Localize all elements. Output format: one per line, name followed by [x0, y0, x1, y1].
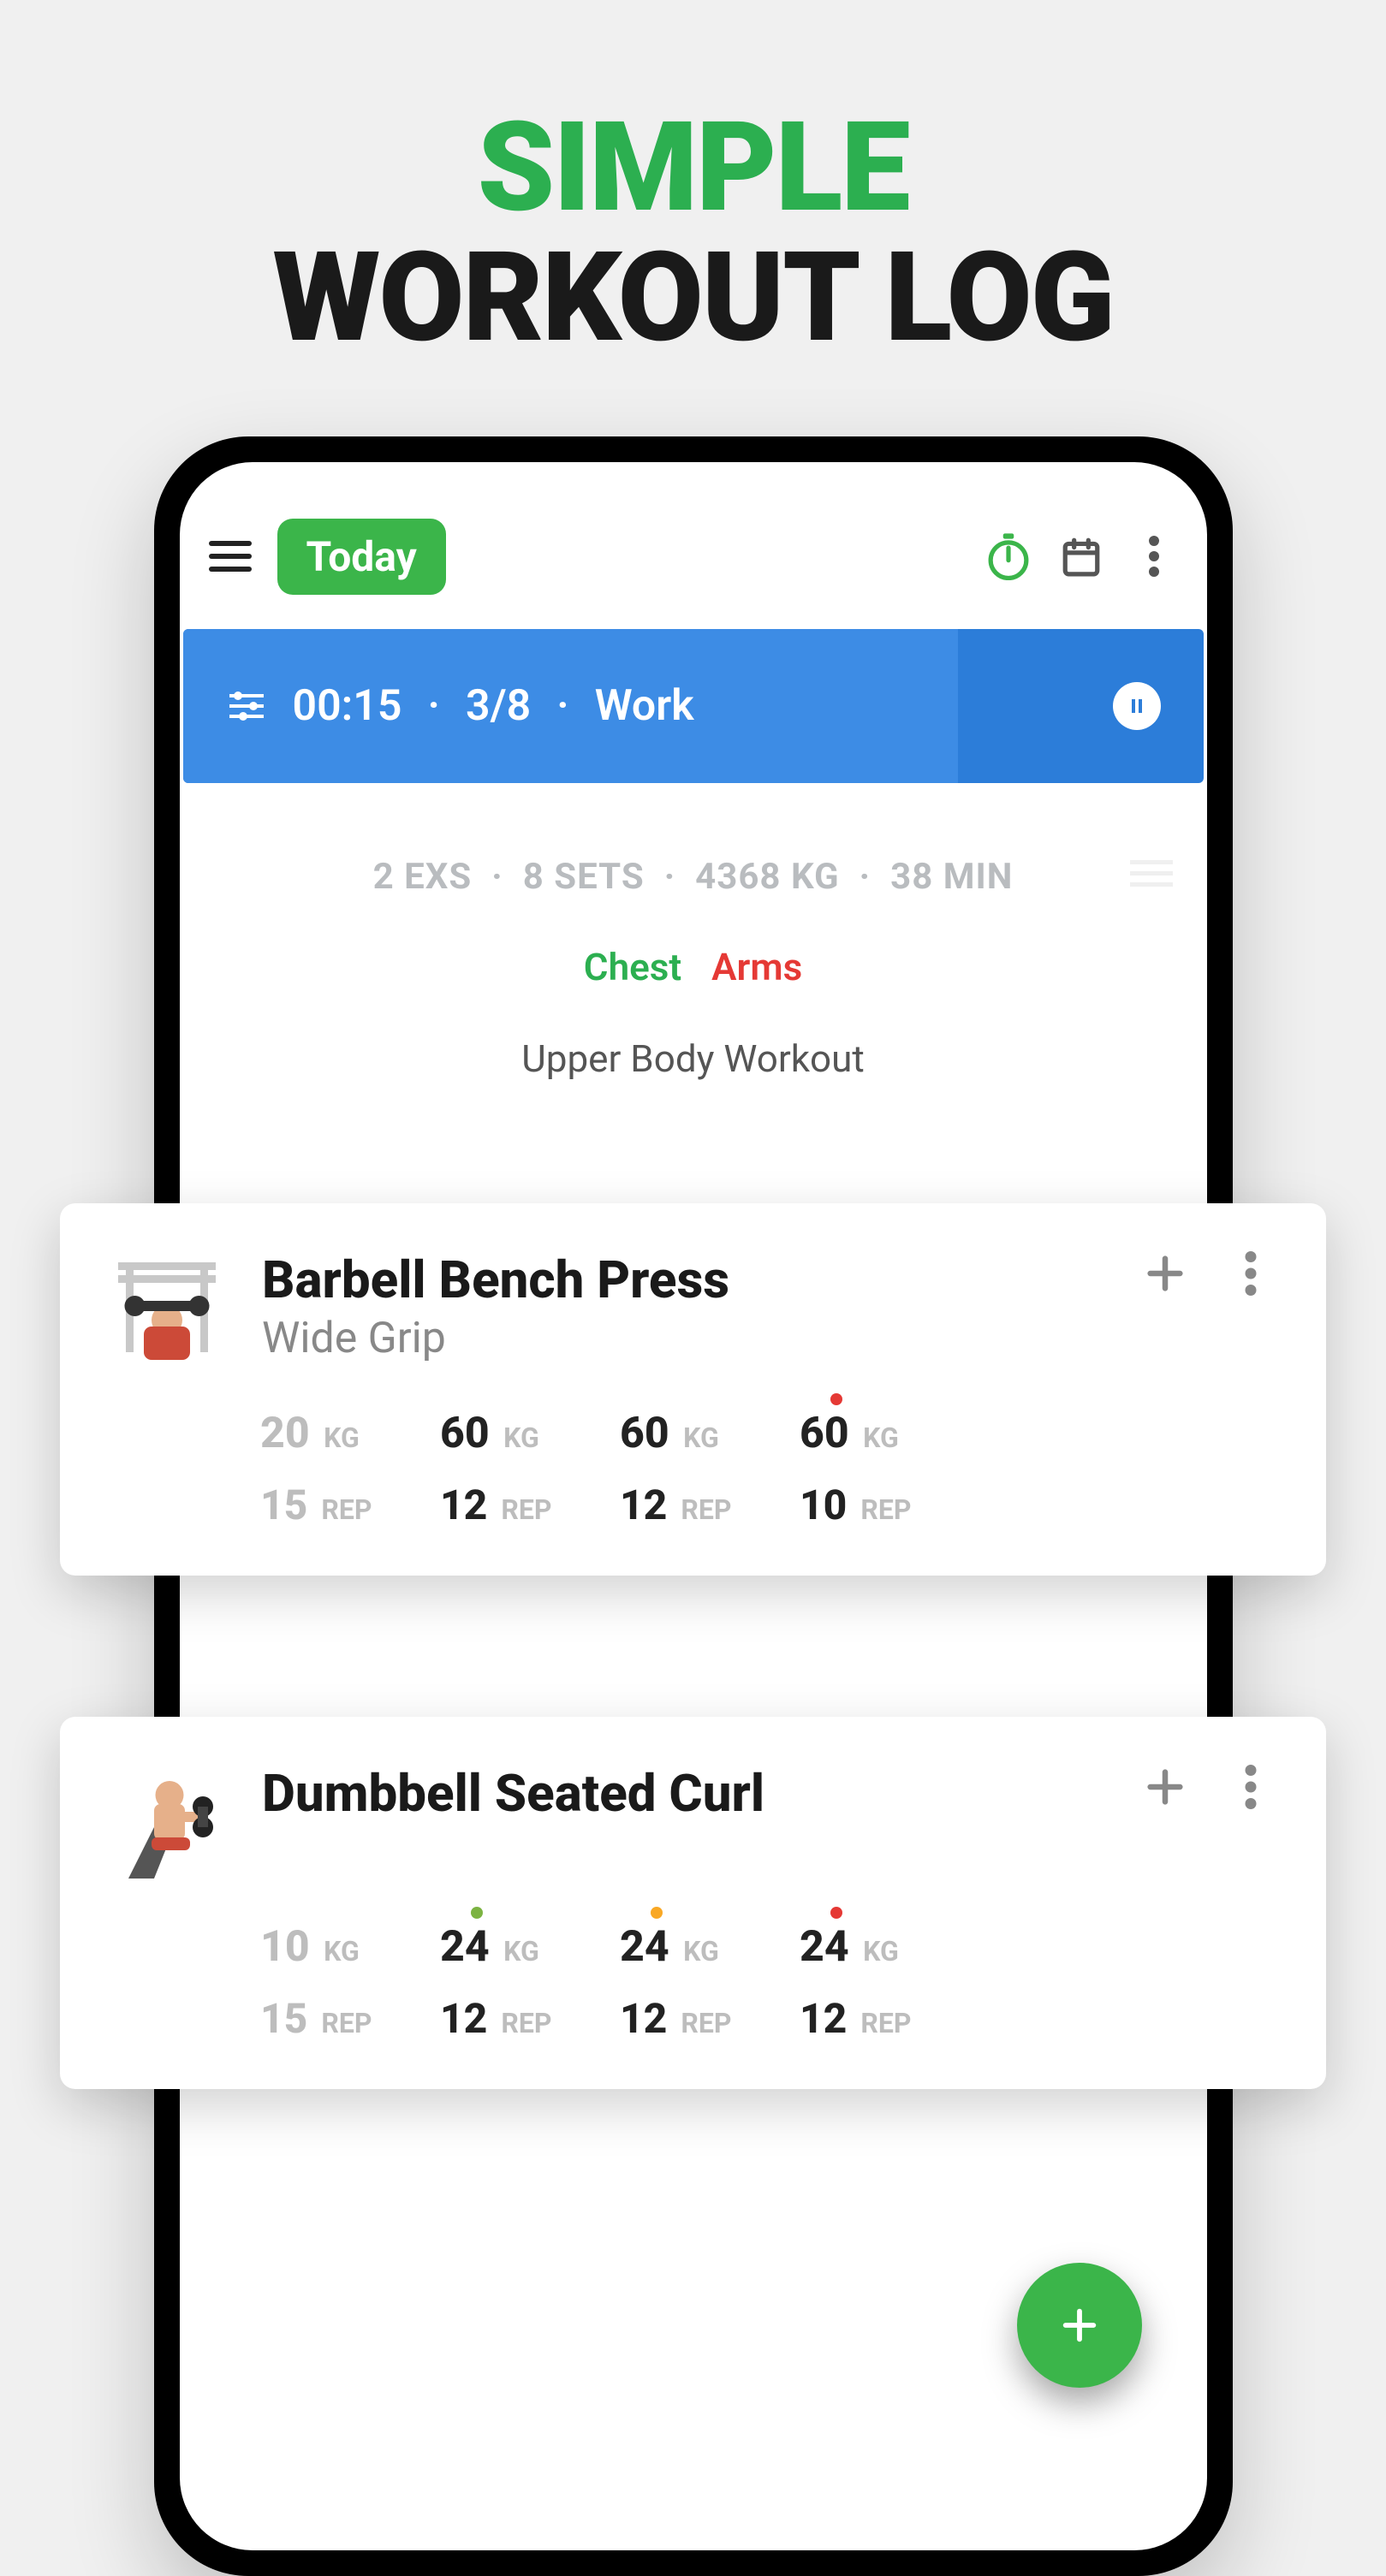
set-column[interactable]: 24 KG 12 REP: [440, 1922, 611, 2043]
stat-sets: 8 SETS: [523, 856, 645, 898]
set-weight: 10 KG: [260, 1922, 431, 1972]
set-reps: 10 REP: [800, 1481, 971, 1529]
fab-add-button[interactable]: [1017, 2263, 1142, 2388]
set-weight: 60 KG: [800, 1409, 971, 1458]
today-chip[interactable]: Today: [277, 519, 446, 595]
exercise-name: Barbell Bench Press: [262, 1249, 1110, 1310]
exercise-thumbnail: [103, 1763, 231, 1891]
set-column[interactable]: 60 KG 10 REP: [800, 1409, 971, 1529]
exercise-more-icon[interactable]: [1227, 1763, 1275, 1811]
exercise-variant: Wide Grip: [262, 1314, 1110, 1363]
tag-chest[interactable]: Chest: [584, 945, 681, 989]
set-weight: 24 KG: [800, 1922, 971, 1972]
add-set-button[interactable]: [1141, 1763, 1189, 1811]
set-indicator-dot: [471, 1907, 483, 1919]
set-reps: 12 REP: [440, 1481, 611, 1529]
set-column[interactable]: 60 KG 12 REP: [620, 1409, 791, 1529]
more-icon[interactable]: [1131, 533, 1178, 580]
promo-title: SIMPLE WORKOUT LOG: [0, 0, 1386, 364]
sets-row: 20 KG15 REP60 KG12 REP60 KG12 REP60 KG10…: [260, 1409, 1275, 1529]
app-bar: Today: [180, 509, 1207, 603]
set-indicator-dot: [651, 1907, 663, 1919]
exercise-card[interactable]: Barbell Bench Press Wide Grip 20 KG 15 RE…: [60, 1203, 1326, 1576]
exercise-name: Dumbbell Seated Curl: [262, 1763, 1110, 1824]
stat-exs: 2 EXS: [373, 856, 473, 898]
set-weight: 60 KG: [440, 1409, 611, 1458]
set-indicator-dot: [830, 1907, 842, 1919]
promo-line2: WORKOUT LOG: [0, 233, 1386, 363]
set-column[interactable]: 10 KG 15 REP: [260, 1922, 431, 2043]
stopwatch-icon[interactable]: [985, 533, 1032, 580]
drag-handle-icon[interactable]: [1130, 856, 1173, 890]
set-weight: 20 KG: [260, 1409, 431, 1458]
exercise-thumbnail: [103, 1249, 231, 1378]
set-column[interactable]: 60 KG 12 REP: [440, 1409, 611, 1529]
tag-arms[interactable]: Arms: [711, 945, 802, 989]
set-weight: 24 KG: [440, 1922, 611, 1972]
set-weight: 24 KG: [620, 1922, 791, 1972]
stat-duration: 38 MIN: [890, 856, 1013, 898]
set-reps: 12 REP: [800, 1994, 971, 2043]
set-weight: 60 KG: [620, 1409, 791, 1458]
tags-line: Chest Arms: [180, 945, 1207, 989]
exercise-card[interactable]: Dumbbell Seated Curl 10 KG15 REP24 KG12 …: [60, 1717, 1326, 2089]
set-reps: 15 REP: [260, 1481, 431, 1529]
set-reps: 15 REP: [260, 1994, 431, 2043]
exercise-more-icon[interactable]: [1227, 1249, 1275, 1297]
promo-line1: SIMPLE: [0, 103, 1386, 233]
stats-line: 2 EXS · 8 SETS · 4368 KG · 38 MIN: [180, 856, 1207, 898]
set-reps: 12 REP: [440, 1994, 611, 2043]
pause-button[interactable]: [1113, 682, 1161, 730]
add-set-button[interactable]: [1141, 1249, 1189, 1297]
stat-volume: 4368 KG: [695, 856, 840, 898]
set-reps: 12 REP: [620, 1481, 791, 1529]
set-column[interactable]: 20 KG 15 REP: [260, 1409, 431, 1529]
set-column[interactable]: 24 KG 12 REP: [800, 1922, 971, 2043]
timer-set: 3/8: [466, 681, 531, 731]
tune-icon[interactable]: [226, 686, 267, 727]
timer-time: 00:15: [293, 681, 402, 731]
timer-phase: Work: [595, 681, 694, 731]
menu-icon[interactable]: [209, 535, 252, 578]
set-reps: 12 REP: [620, 1994, 791, 2043]
sets-row: 10 KG15 REP24 KG12 REP24 KG12 REP24 KG12…: [260, 1922, 1275, 2043]
set-indicator-dot: [830, 1393, 842, 1405]
timer-bar[interactable]: 00:15 · 3/8 · Work: [183, 629, 1204, 783]
set-column[interactable]: 24 KG 12 REP: [620, 1922, 791, 2043]
workout-name: Upper Body Workout: [180, 1036, 1207, 1081]
calendar-icon[interactable]: [1058, 533, 1105, 580]
